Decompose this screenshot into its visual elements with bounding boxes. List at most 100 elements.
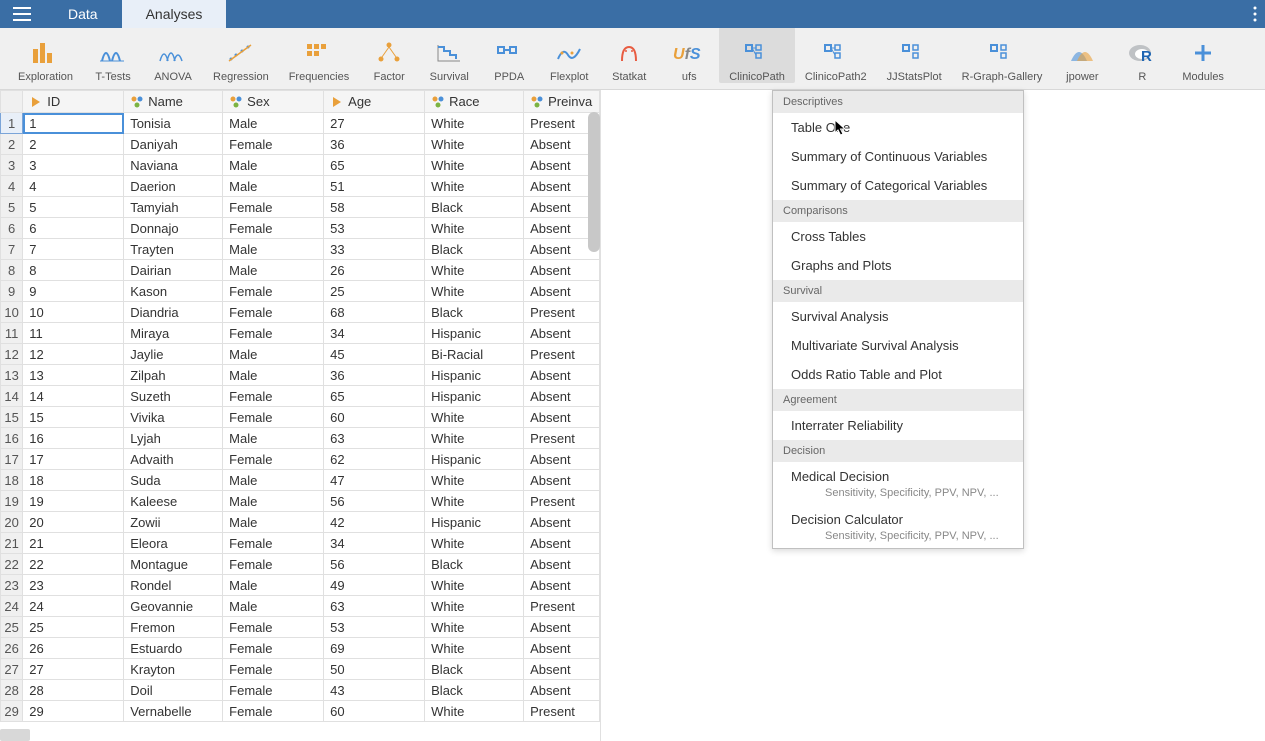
cell[interactable]: 11	[23, 323, 124, 344]
cell[interactable]: 45	[324, 344, 425, 365]
menu-item[interactable]: Graphs and Plots	[773, 251, 1023, 280]
cell[interactable]: White	[425, 638, 524, 659]
row-number[interactable]: 3	[1, 155, 23, 176]
cell[interactable]: Absent	[524, 281, 600, 302]
cell[interactable]: 24	[23, 596, 124, 617]
cell[interactable]: 60	[324, 407, 425, 428]
cell[interactable]: Bi-Racial	[425, 344, 524, 365]
cell[interactable]: Zowii	[124, 512, 223, 533]
cell[interactable]: Absent	[524, 680, 600, 701]
scrollbar-vertical[interactable]	[588, 112, 600, 252]
cell[interactable]: Zilpah	[124, 365, 223, 386]
cell[interactable]: Geovannie	[124, 596, 223, 617]
row-number[interactable]: 10	[1, 302, 23, 323]
cell[interactable]: Male	[223, 239, 324, 260]
cell[interactable]: 13	[23, 365, 124, 386]
cell[interactable]: Montague	[124, 554, 223, 575]
cell[interactable]: Absent	[524, 533, 600, 554]
row-number[interactable]: 1	[1, 113, 23, 134]
cell[interactable]: Male	[223, 113, 324, 134]
ribbon-ttests[interactable]: T-Tests	[83, 27, 143, 83]
cell[interactable]: Absent	[524, 365, 600, 386]
cell[interactable]: 7	[23, 239, 124, 260]
cell[interactable]: Absent	[524, 554, 600, 575]
cell[interactable]: 28	[23, 680, 124, 701]
row-number[interactable]: 12	[1, 344, 23, 365]
cell[interactable]: Present	[524, 701, 600, 722]
row-number[interactable]: 11	[1, 323, 23, 344]
row-number[interactable]: 26	[1, 638, 23, 659]
cell[interactable]: 23	[23, 575, 124, 596]
cell[interactable]: 69	[324, 638, 425, 659]
row-number[interactable]: 22	[1, 554, 23, 575]
cell[interactable]: 63	[324, 596, 425, 617]
cell[interactable]: Female	[223, 449, 324, 470]
cell[interactable]: 34	[324, 533, 425, 554]
cell[interactable]: Estuardo	[124, 638, 223, 659]
cell[interactable]: 19	[23, 491, 124, 512]
ribbon-survival[interactable]: Survival	[419, 27, 479, 83]
cell[interactable]: 65	[324, 155, 425, 176]
cell[interactable]: Male	[223, 155, 324, 176]
cell[interactable]: Female	[223, 617, 324, 638]
cell[interactable]: Female	[223, 680, 324, 701]
cell[interactable]: Absent	[524, 323, 600, 344]
cell[interactable]: Kason	[124, 281, 223, 302]
cell[interactable]: Black	[425, 239, 524, 260]
cell[interactable]: Black	[425, 659, 524, 680]
cell[interactable]: 12	[23, 344, 124, 365]
cell[interactable]: White	[425, 470, 524, 491]
cell[interactable]: Krayton	[124, 659, 223, 680]
cell[interactable]: 36	[324, 134, 425, 155]
cell[interactable]: Female	[223, 659, 324, 680]
cell[interactable]: Female	[223, 554, 324, 575]
ribbon-clinicopath[interactable]: ClinicoPath	[719, 27, 795, 83]
row-number[interactable]: 13	[1, 365, 23, 386]
cell[interactable]: Female	[223, 197, 324, 218]
cell[interactable]: 18	[23, 470, 124, 491]
cell[interactable]: Diandria	[124, 302, 223, 323]
cell[interactable]: White	[425, 260, 524, 281]
cell[interactable]: White	[425, 491, 524, 512]
col-header-preinva[interactable]: Preinva	[524, 91, 600, 113]
cell[interactable]: 5	[23, 197, 124, 218]
row-number[interactable]: 18	[1, 470, 23, 491]
cell[interactable]: Male	[223, 512, 324, 533]
cell[interactable]: White	[425, 134, 524, 155]
cell[interactable]: 60	[324, 701, 425, 722]
cell[interactable]: Black	[425, 680, 524, 701]
cell[interactable]: White	[425, 533, 524, 554]
cell[interactable]: 22	[23, 554, 124, 575]
cell[interactable]: Suda	[124, 470, 223, 491]
row-number[interactable]: 2	[1, 134, 23, 155]
cell[interactable]: Black	[425, 302, 524, 323]
cell[interactable]: White	[425, 218, 524, 239]
cell[interactable]: 1	[23, 113, 124, 134]
cell[interactable]: Donnajo	[124, 218, 223, 239]
menu-item[interactable]: Summary of Continuous Variables	[773, 142, 1023, 171]
cell[interactable]: Female	[223, 701, 324, 722]
cell[interactable]: Male	[223, 365, 324, 386]
col-header-race[interactable]: Race	[425, 91, 524, 113]
cell[interactable]: Doil	[124, 680, 223, 701]
cell[interactable]: 56	[324, 491, 425, 512]
cell[interactable]: 33	[324, 239, 425, 260]
cell[interactable]: 34	[324, 323, 425, 344]
row-number[interactable]: 14	[1, 386, 23, 407]
cell[interactable]: Present	[524, 596, 600, 617]
cell[interactable]: Absent	[524, 617, 600, 638]
cell[interactable]: 65	[324, 386, 425, 407]
ribbon-flexplot[interactable]: Flexplot	[539, 27, 599, 83]
cell[interactable]: 8	[23, 260, 124, 281]
cell[interactable]: White	[425, 575, 524, 596]
cell[interactable]: 63	[324, 428, 425, 449]
cell[interactable]: 25	[23, 617, 124, 638]
ribbon-regression[interactable]: Regression	[203, 27, 279, 83]
row-number[interactable]: 4	[1, 176, 23, 197]
cell[interactable]: 14	[23, 386, 124, 407]
cell[interactable]: 26	[23, 638, 124, 659]
cell[interactable]: White	[425, 617, 524, 638]
row-number[interactable]: 29	[1, 701, 23, 722]
cell[interactable]: Naviana	[124, 155, 223, 176]
cell[interactable]: Male	[223, 470, 324, 491]
